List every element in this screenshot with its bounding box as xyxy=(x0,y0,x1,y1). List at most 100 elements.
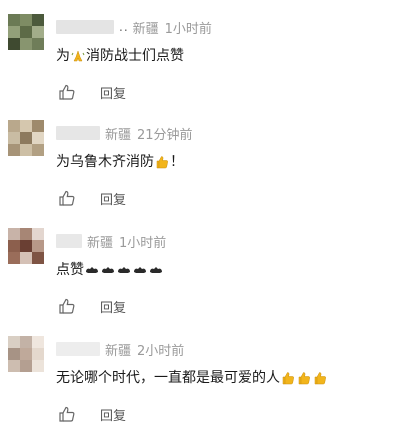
avatar-image xyxy=(8,120,44,156)
avatar-tile xyxy=(8,336,20,348)
avatar-tile xyxy=(32,240,44,252)
comment-actions: 回复 xyxy=(58,82,126,102)
avatar-tile xyxy=(20,14,32,26)
avatar-tile xyxy=(20,120,32,132)
thumbs-up-emoji xyxy=(313,371,327,385)
avatar-tile xyxy=(32,348,44,360)
timestamp: 21分钟前 xyxy=(137,127,193,143)
avatar-tile xyxy=(32,26,44,38)
avatar[interactable] xyxy=(8,228,44,264)
thumbs-up-outline-icon xyxy=(59,190,75,206)
avatar-tile xyxy=(20,228,32,240)
avatar-tile xyxy=(20,240,32,252)
reply-button[interactable]: 回复 xyxy=(100,405,126,424)
comment-item-4: 新疆 2小时前 无论哪个时代，一直都是最可爱的人 回复 xyxy=(0,332,408,437)
avatar-image xyxy=(8,14,44,50)
username-blurred[interactable] xyxy=(56,126,100,140)
comment-actions: 回复 xyxy=(58,188,126,208)
avatar-tile xyxy=(8,144,20,156)
avatar-tile xyxy=(32,360,44,372)
thumbs-up-emoji xyxy=(155,155,169,169)
avatar-tile xyxy=(8,26,20,38)
comment-item-1: .. 新疆 1小时前 为 消防战士们点赞 回复 xyxy=(0,10,408,115)
location-label: 新疆 xyxy=(105,343,132,359)
avatar[interactable] xyxy=(8,336,44,372)
avatar-tile xyxy=(20,132,32,144)
dark-hands-emoji xyxy=(149,263,163,277)
avatar-tile xyxy=(32,132,44,144)
avatar-tile xyxy=(20,336,32,348)
username-blurred[interactable] xyxy=(56,20,114,34)
like-button[interactable] xyxy=(58,189,76,207)
avatar-tile xyxy=(8,132,20,144)
avatar[interactable] xyxy=(8,14,44,50)
avatar-image xyxy=(8,228,44,264)
comment-text-part: 为乌鲁木齐消防 xyxy=(56,154,154,170)
avatar-tile xyxy=(32,252,44,264)
avatar-tile xyxy=(32,14,44,26)
avatar-tile xyxy=(8,240,20,252)
avatar-tile xyxy=(32,336,44,348)
avatar-tile xyxy=(20,26,32,38)
avatar-tile xyxy=(32,228,44,240)
avatar[interactable] xyxy=(8,120,44,156)
comment-text: 为 消防战士们点赞 xyxy=(56,46,184,66)
comment-meta: 新疆 2小时前 xyxy=(56,340,185,359)
thumbs-up-emoji xyxy=(297,371,311,385)
username-blurred[interactable] xyxy=(56,342,100,356)
praying-hands-emoji xyxy=(71,49,85,63)
location-label: 新疆 xyxy=(132,21,159,37)
comment-text-part: 消防战士们点赞 xyxy=(86,48,184,64)
avatar-tile xyxy=(8,228,20,240)
avatar-tile xyxy=(20,348,32,360)
username-suffix: .. xyxy=(119,20,129,34)
reply-button[interactable]: 回复 xyxy=(100,297,126,316)
avatar-tile xyxy=(20,252,32,264)
avatar-tile xyxy=(8,120,20,132)
location-label: 新疆 xyxy=(105,127,132,143)
thumbs-up-outline-icon xyxy=(59,298,75,314)
username-blurred[interactable] xyxy=(56,234,82,248)
comment-text-part: 为 xyxy=(56,48,70,64)
comment-item-3: 新疆 1小时前 点赞 回复 xyxy=(0,224,408,329)
avatar-tile xyxy=(8,252,20,264)
comment-meta: 新疆 21分钟前 xyxy=(56,124,193,143)
location-label: 新疆 xyxy=(87,235,114,251)
avatar-tile xyxy=(32,120,44,132)
comment-item-2: 新疆 21分钟前 为乌鲁木齐消防 ！ 回复 xyxy=(0,116,408,221)
timestamp: 1小时前 xyxy=(164,21,212,37)
comment-text: 点赞 xyxy=(56,260,164,280)
avatar-tile xyxy=(8,38,20,50)
comment-text: 为乌鲁木齐消防 ！ xyxy=(56,152,184,172)
comment-text-part: 点赞 xyxy=(56,262,84,278)
avatar-tile xyxy=(20,360,32,372)
avatar-tile xyxy=(20,144,32,156)
avatar-tile xyxy=(8,348,20,360)
thumbs-up-emoji xyxy=(281,371,295,385)
thumbs-up-outline-icon xyxy=(59,406,75,422)
like-button[interactable] xyxy=(58,83,76,101)
avatar-tile xyxy=(32,144,44,156)
timestamp: 2小时前 xyxy=(137,343,185,359)
dark-hands-emoji xyxy=(101,263,115,277)
like-button[interactable] xyxy=(58,297,76,315)
thumbs-up-outline-icon xyxy=(59,84,75,100)
avatar-tile xyxy=(20,38,32,50)
avatar-tile xyxy=(8,360,20,372)
comment-text: 无论哪个时代，一直都是最可爱的人 xyxy=(56,368,328,388)
timestamp: 1小时前 xyxy=(119,235,167,251)
like-button[interactable] xyxy=(58,405,76,423)
comment-text-part: ！ xyxy=(170,154,184,170)
comment-actions: 回复 xyxy=(58,296,126,316)
dark-hands-emoji xyxy=(117,263,131,277)
avatar-tile xyxy=(8,14,20,26)
comment-text-part: 无论哪个时代，一直都是最可爱的人 xyxy=(56,370,280,386)
reply-button[interactable]: 回复 xyxy=(100,189,126,208)
comment-meta: 新疆 1小时前 xyxy=(56,232,167,251)
dark-hands-emoji xyxy=(85,263,99,277)
dark-hands-emoji xyxy=(133,263,147,277)
avatar-image xyxy=(8,336,44,372)
reply-button[interactable]: 回复 xyxy=(100,83,126,102)
avatar-tile xyxy=(32,38,44,50)
comment-actions: 回复 xyxy=(58,404,126,424)
